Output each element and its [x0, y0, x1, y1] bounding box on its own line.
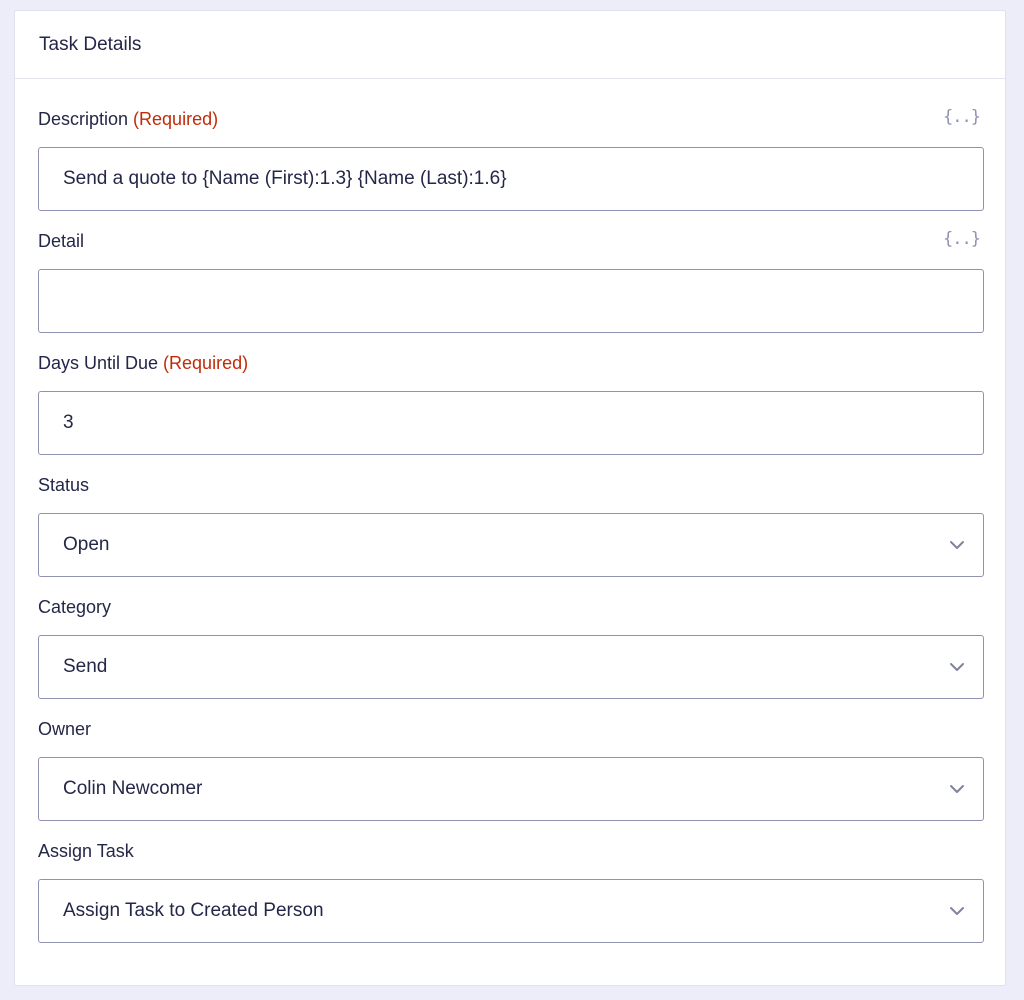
required-indicator: (Required) — [133, 108, 219, 129]
detail-label: Detail — [38, 230, 85, 251]
chevron-down-icon — [950, 663, 964, 671]
status-select[interactable]: Open — [38, 513, 984, 577]
chevron-down-icon — [950, 907, 964, 915]
owner-select[interactable]: Colin Newcomer — [38, 757, 984, 821]
status-label: Status — [38, 474, 90, 495]
chevron-down-icon — [950, 541, 964, 549]
status-field: Status Open — [38, 473, 984, 577]
panel-title: Task Details — [39, 33, 142, 55]
days-until-due-field: Days Until Due (Required) 3 — [38, 351, 984, 455]
description-label: Description — [38, 108, 129, 129]
status-selected-value: Open — [63, 534, 110, 555]
description-field: Description (Required) {..} Send a quote… — [38, 107, 984, 211]
days-until-due-label: Days Until Due — [38, 352, 159, 373]
days-until-due-input[interactable]: 3 — [38, 391, 984, 455]
description-input[interactable]: Send a quote to {Name (First):1.3} {Name… — [38, 147, 984, 211]
task-details-panel: Task Details Description (Required) {..}… — [14, 10, 1006, 986]
assign-task-field: Assign Task Assign Task to Created Perso… — [38, 839, 984, 943]
owner-label: Owner — [38, 718, 92, 739]
assign-task-selected-value: Assign Task to Created Person — [63, 900, 324, 921]
chevron-down-icon — [950, 785, 964, 793]
category-label: Category — [38, 596, 112, 617]
assign-task-label: Assign Task — [38, 840, 134, 861]
owner-field: Owner Colin Newcomer — [38, 717, 984, 821]
panel-header: Task Details — [15, 11, 1005, 79]
detail-field: Detail {..} — [38, 229, 984, 333]
merge-tags-icon[interactable]: {..} — [943, 229, 981, 249]
merge-tags-icon[interactable]: {..} — [943, 107, 981, 127]
category-field: Category Send — [38, 595, 984, 699]
assign-task-select[interactable]: Assign Task to Created Person — [38, 879, 984, 943]
category-selected-value: Send — [63, 656, 108, 677]
required-indicator: (Required) — [163, 352, 249, 373]
detail-input[interactable] — [38, 269, 984, 333]
owner-selected-value: Colin Newcomer — [63, 778, 203, 799]
category-select[interactable]: Send — [38, 635, 984, 699]
